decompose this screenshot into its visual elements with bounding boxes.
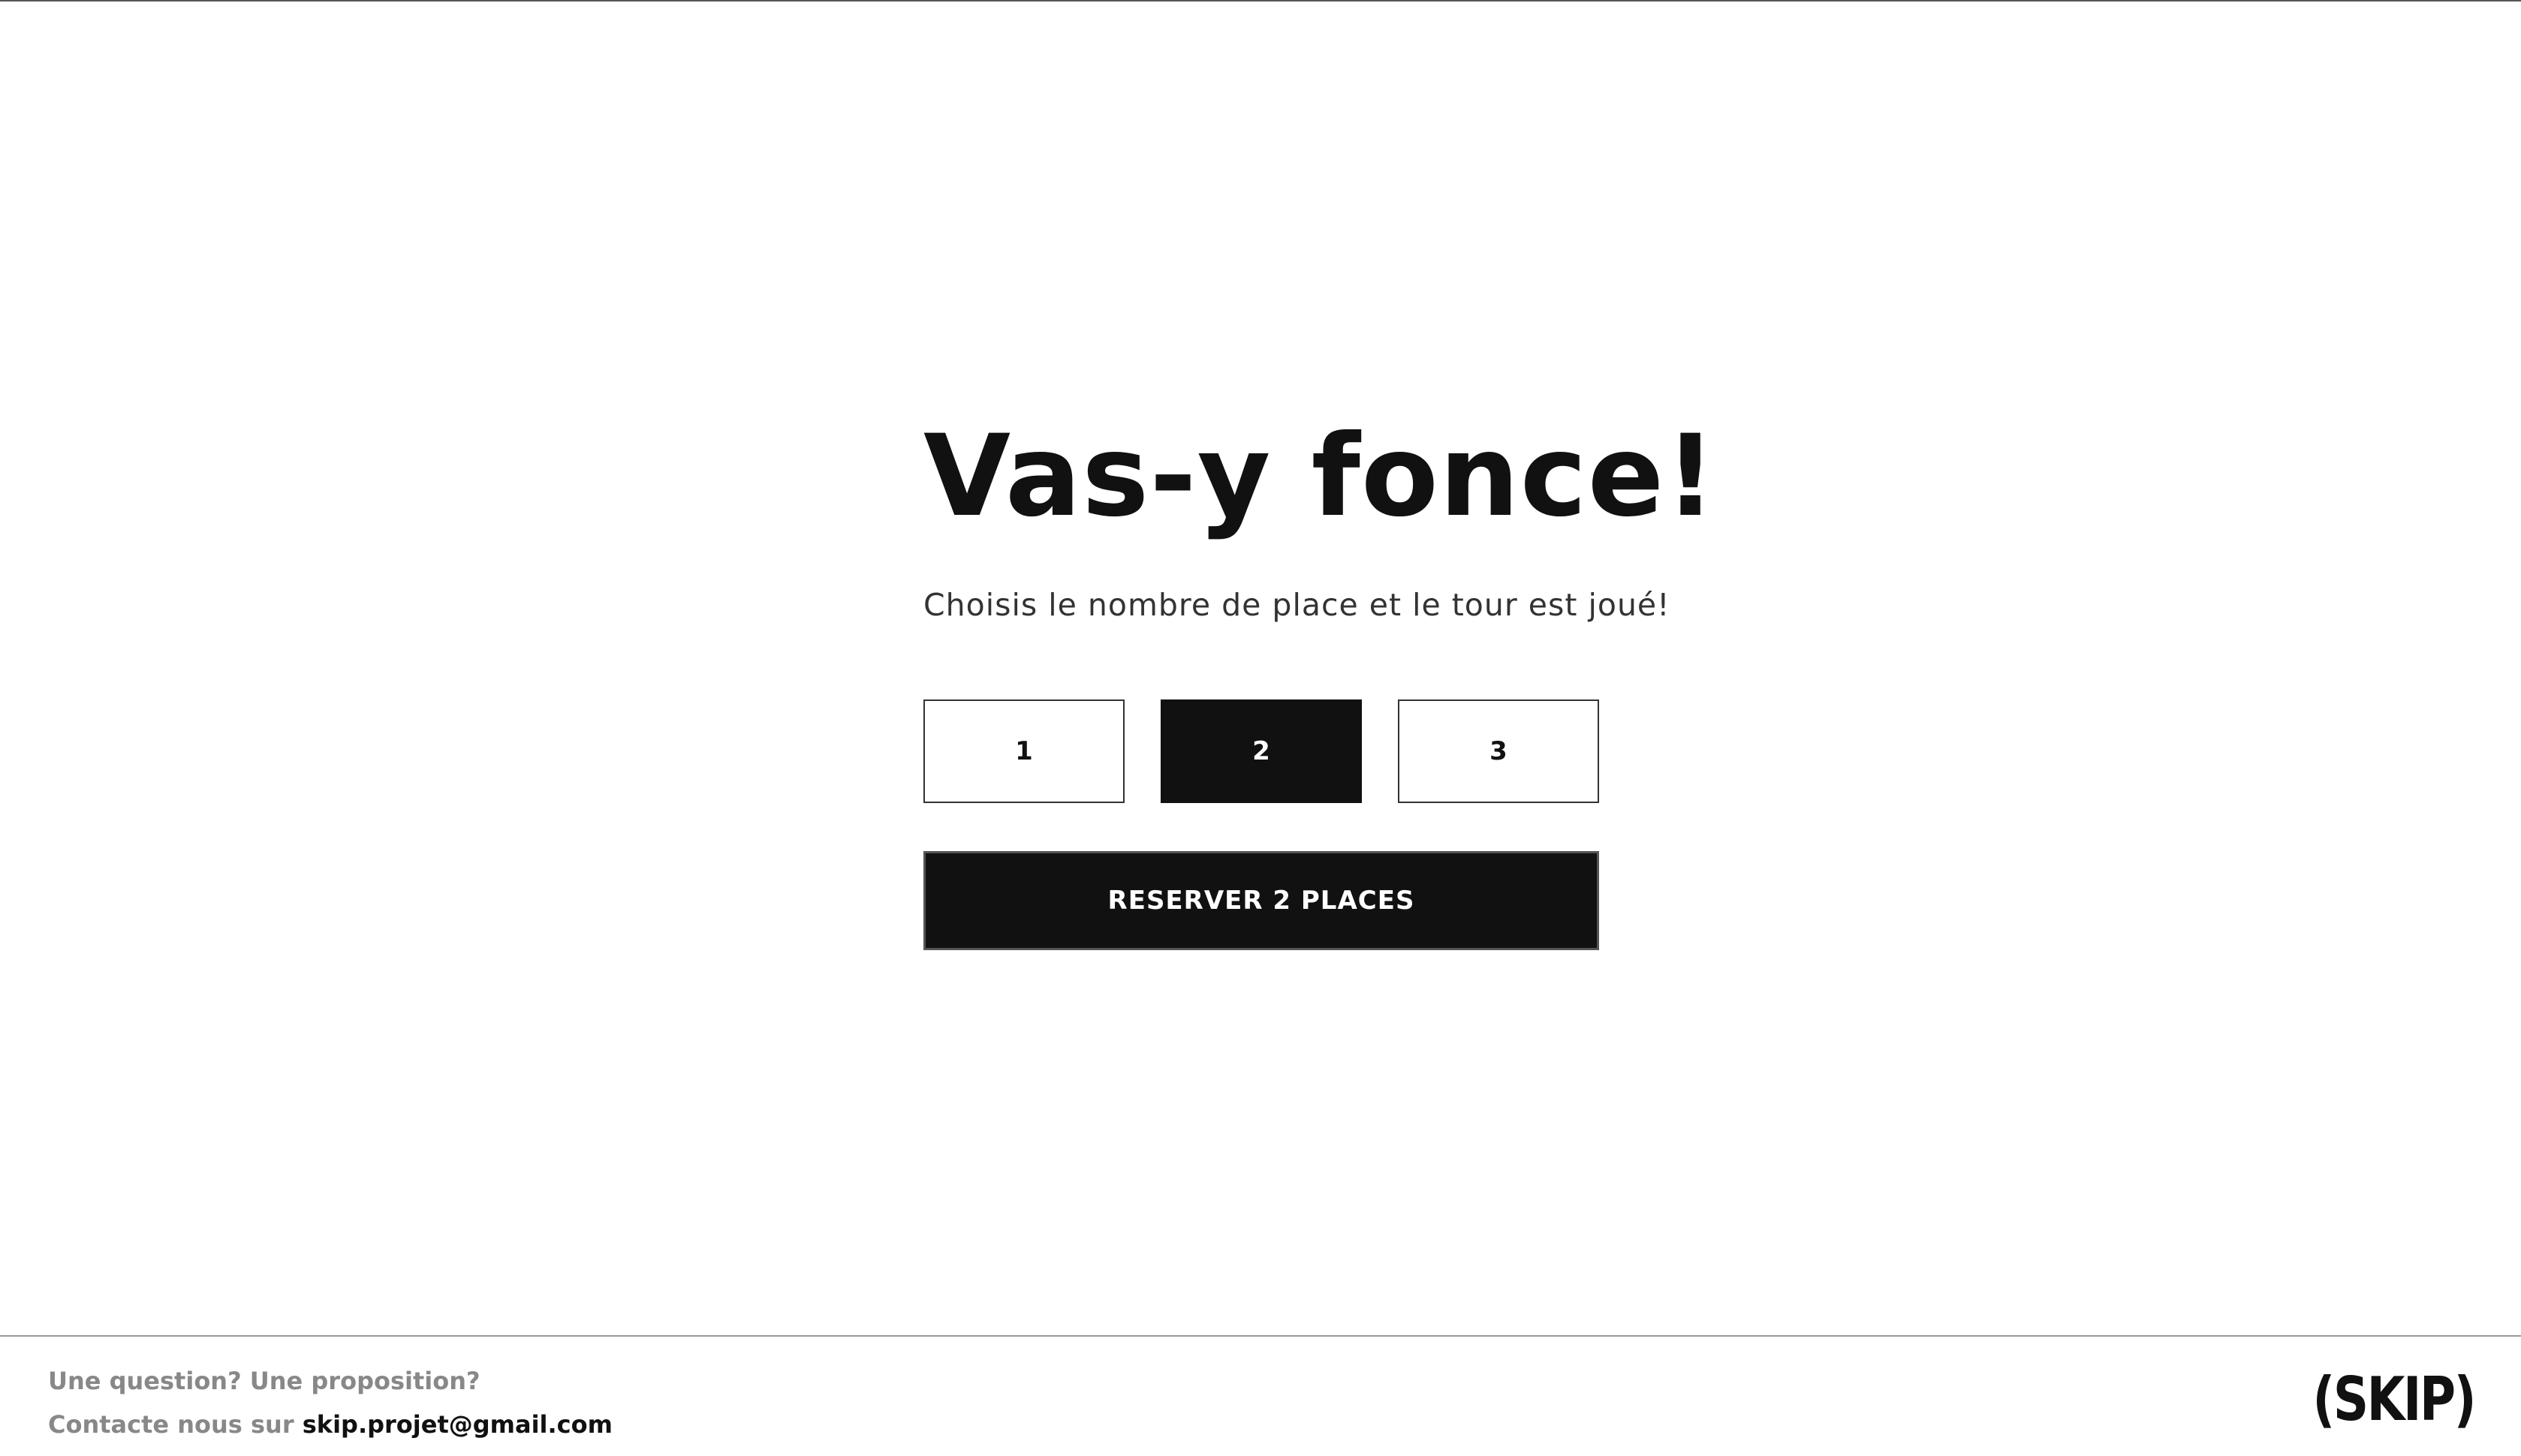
booking-panel: Vas-y fonce! Choisis le nombre de place … (923, 405, 1717, 950)
footer-contact: Une question? Une proposition? Contacte … (48, 1359, 613, 1446)
reserve-button[interactable]: RESERVER 2 PLACES (923, 851, 1599, 950)
footer-contact-prefix: Contacte nous sur (48, 1410, 303, 1439)
page-subtitle: Choisis le nombre de place et le tour es… (923, 587, 1670, 623)
seat-count-selector: 1 2 3 (923, 699, 1599, 803)
contact-email-link[interactable]: skip.projet@gmail.com (303, 1410, 613, 1439)
footer-question: Une question? Une proposition? (48, 1367, 480, 1395)
seat-option-3[interactable]: 3 (1398, 699, 1599, 803)
seat-option-2[interactable]: 2 (1161, 699, 1362, 803)
footer: Une question? Une proposition? Contacte … (0, 1335, 2521, 1456)
brand-logo[interactable]: (SKIP) (2312, 1364, 2476, 1436)
seat-option-1[interactable]: 1 (923, 699, 1125, 803)
page-title: Vas-y fonce! (923, 411, 1717, 542)
footer-contact-line: Contacte nous sur skip.projet@gmail.com (48, 1403, 613, 1446)
top-divider (0, 0, 2521, 2)
